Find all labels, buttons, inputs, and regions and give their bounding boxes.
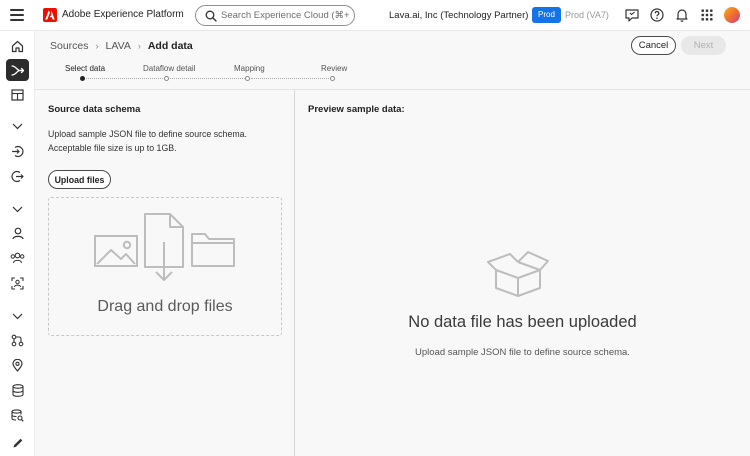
step-dot-review bbox=[330, 76, 335, 81]
cancel-button[interactable]: Cancel bbox=[631, 36, 676, 55]
apps-grid-icon[interactable] bbox=[699, 7, 715, 23]
drag-drop-label: Drag and drop files bbox=[97, 298, 233, 315]
step-dot-select-data bbox=[80, 76, 85, 81]
notifications-icon[interactable] bbox=[674, 7, 690, 23]
app-title[interactable]: Adobe Experience Platform bbox=[62, 9, 184, 20]
feedback-icon[interactable] bbox=[624, 7, 640, 23]
step-connector bbox=[251, 78, 329, 79]
source-schema-description: Upload sample JSON file to define source… bbox=[48, 129, 248, 153]
step-label-select-data: Select data bbox=[65, 64, 106, 73]
breadcrumb: Sources › LAVA › Add data bbox=[50, 40, 193, 52]
home-icon[interactable] bbox=[6, 35, 29, 57]
step-label-mapping: Mapping bbox=[234, 64, 265, 73]
destinations-icon[interactable] bbox=[6, 165, 29, 187]
preview-title: Preview sample data: bbox=[308, 104, 405, 115]
empty-box-icon bbox=[487, 251, 549, 297]
chevron-down-icon[interactable] bbox=[6, 198, 29, 220]
next-button[interactable]: Next bbox=[681, 36, 726, 55]
location-icon[interactable] bbox=[6, 354, 29, 376]
top-bar: Adobe Experience Platform Lava.ai, Inc (… bbox=[0, 0, 750, 31]
env-secondary[interactable]: Prod (VA7) bbox=[565, 10, 609, 20]
audiences-icon[interactable] bbox=[6, 247, 29, 269]
empty-state-description: Upload sample JSON file to define source… bbox=[415, 347, 630, 358]
chevron-down-icon[interactable] bbox=[6, 305, 29, 327]
step-dot-mapping bbox=[245, 76, 250, 81]
upload-files-button[interactable]: Upload files bbox=[48, 170, 111, 189]
org-switcher[interactable]: Lava.ai, Inc (Technology Partner) bbox=[389, 10, 528, 21]
search-icon bbox=[205, 10, 217, 22]
step-label-dataflow-detail: Dataflow detail bbox=[143, 64, 196, 73]
breadcrumb-item-sources[interactable]: Sources bbox=[50, 40, 89, 52]
chevron-right-icon: › bbox=[95, 41, 99, 51]
workflow-icon[interactable] bbox=[6, 329, 29, 351]
env-badge-prod[interactable]: Prod bbox=[532, 7, 561, 23]
help-icon[interactable] bbox=[649, 7, 665, 23]
step-connector bbox=[170, 78, 245, 79]
page-title: Add data bbox=[147, 40, 193, 52]
panel-divider bbox=[294, 90, 295, 456]
search-input[interactable] bbox=[221, 8, 349, 23]
search-box[interactable] bbox=[195, 5, 355, 26]
adobe-logo-icon bbox=[43, 8, 57, 22]
chevron-right-icon: › bbox=[137, 41, 141, 51]
left-rail bbox=[0, 31, 35, 456]
drag-drop-files-icon bbox=[94, 213, 235, 281]
avatar[interactable] bbox=[724, 7, 740, 23]
step-label-review: Review bbox=[321, 64, 348, 73]
profile-icon[interactable] bbox=[6, 222, 29, 244]
empty-state-title: No data file has been uploaded bbox=[408, 313, 637, 331]
step-dot-dataflow-detail bbox=[164, 76, 169, 81]
edit-icon[interactable] bbox=[6, 432, 29, 454]
step-connector bbox=[86, 78, 163, 79]
datasets-icon[interactable] bbox=[6, 379, 29, 401]
ingest-icon[interactable] bbox=[6, 140, 29, 162]
source-schema-title: Source data schema bbox=[48, 104, 141, 115]
hamburger-icon[interactable] bbox=[10, 9, 24, 21]
chevron-down-icon[interactable] bbox=[6, 115, 29, 137]
breadcrumb-item-lava[interactable]: LAVA bbox=[106, 40, 131, 52]
sources-icon[interactable] bbox=[6, 59, 29, 81]
queries-icon[interactable] bbox=[6, 404, 29, 426]
identity-icon[interactable] bbox=[6, 272, 29, 294]
dashboards-icon[interactable] bbox=[6, 84, 29, 106]
